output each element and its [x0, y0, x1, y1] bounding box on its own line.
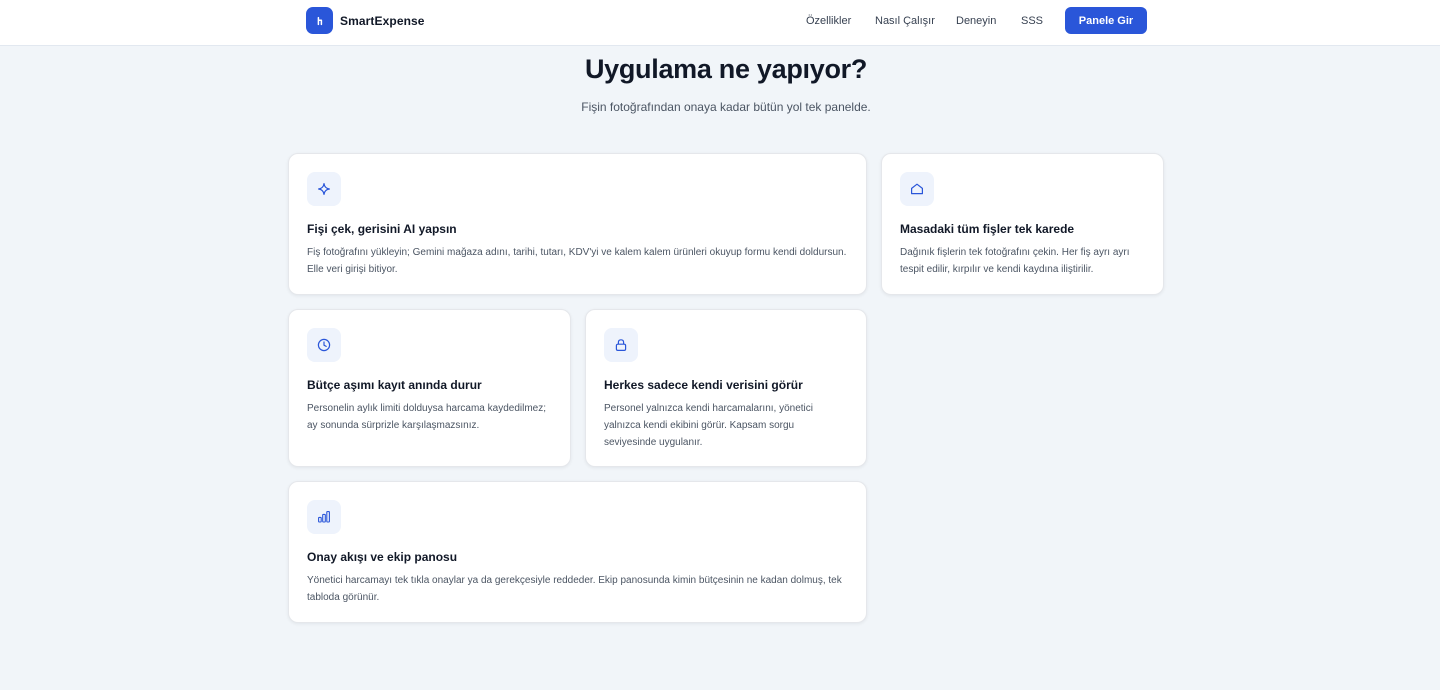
feature-description: Yönetici harcamayı tek tıkla onaylar ya …	[307, 575, 842, 603]
feature-description: Personelin aylık limiti dolduysa harcama…	[307, 403, 546, 431]
feature-title: Masadaki tüm fişler tek karede	[900, 222, 1075, 236]
bar-chart-icon	[307, 500, 341, 534]
feature-description: Personel yalnızca kendi harcamalarını, y…	[604, 403, 813, 448]
nav-link-nasil-calisir[interactable]: Nasıl Çalışır	[875, 15, 935, 27]
feature-card-approval: Onay akışı ve ekip panosu Yönetici harca…	[288, 481, 867, 623]
section-subtitle: Fişin fotoğrafından onaya kadar bütün yo…	[581, 100, 871, 114]
panele-gir-button[interactable]: Panele Gir	[1065, 7, 1147, 34]
feature-title: Herkes sadece kendi verisini görür	[604, 378, 803, 392]
feature-description: Fiş fotoğrafını yükleyin; Gemini mağaza …	[307, 247, 847, 275]
feature-title: Onay akışı ve ekip panosu	[307, 550, 458, 564]
feature-card-privacy: Herkes sadece kendi verisini görür Perso…	[585, 309, 867, 467]
nav-link-ozellikler[interactable]: Özellikler	[806, 15, 851, 27]
nav-link-sss[interactable]: SSS	[1021, 15, 1043, 27]
feature-title: Bütçe aşımı kayıt anında durur	[307, 378, 482, 392]
nav-links: Özellikler Nasıl Çalışır Deneyin SSS	[0, 15, 1440, 31]
top-navbar: SmartExpense Özellikler Nasıl Çalışır De…	[0, 0, 1440, 46]
nav-link-deneyin[interactable]: Deneyin	[956, 15, 996, 27]
sparkle-icon	[307, 172, 341, 206]
feature-card-budget: Bütçe aşımı kayıt anında durur Personeli…	[288, 309, 571, 467]
clock-icon	[307, 328, 341, 362]
section-title: Uygulama ne yapıyor?	[584, 54, 868, 84]
feature-title: Fişi çek, gerisini AI yapsın	[307, 222, 457, 236]
feature-description: Dağınık fişlerin tek fotoğrafını çekin. …	[900, 247, 1130, 275]
feature-card-multi-receipt: Masadaki tüm fişler tek karede Dağınık f…	[881, 153, 1164, 295]
lock-icon	[604, 328, 638, 362]
feature-card-ai: Fişi çek, gerisini AI yapsın Fiş fotoğra…	[288, 153, 867, 295]
home-icon	[900, 172, 934, 206]
